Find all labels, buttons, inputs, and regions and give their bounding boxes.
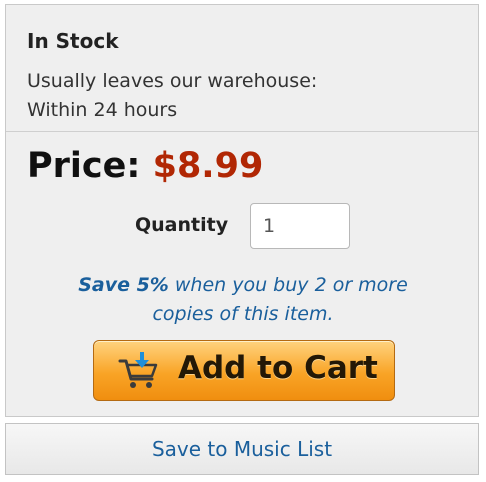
promo-discount: Save 5%: [78, 274, 169, 296]
price-value: $8.99: [152, 146, 264, 186]
price-label: Price:: [27, 146, 141, 186]
promo-line-2: copies of this item.: [152, 303, 334, 325]
availability-section: In Stock Usually leaves our warehouse: W…: [6, 5, 478, 132]
multi-buy-promo: Save 5% when you buy 2 or more copies of…: [6, 271, 480, 329]
add-to-cart-label: Add to Cart: [178, 350, 378, 386]
stock-status: In Stock: [27, 29, 119, 53]
shipping-line-1: Usually leaves our warehouse:: [27, 70, 318, 92]
save-to-music-list-button[interactable]: Save to Music List: [5, 423, 479, 475]
buy-box: In Stock Usually leaves our warehouse: W…: [5, 4, 479, 417]
shipping-line-2: Within 24 hours: [27, 99, 178, 121]
shipping-info: Usually leaves our warehouse: Within 24 …: [27, 67, 317, 125]
quantity-label: Quantity: [135, 214, 229, 236]
promo-line-1: when you buy 2 or more: [168, 274, 408, 296]
quantity-input[interactable]: [250, 203, 350, 249]
price-row: Price: $8.99: [27, 146, 263, 186]
shopping-cart-icon: [118, 352, 158, 388]
add-to-cart-button[interactable]: Add to Cart: [93, 340, 395, 401]
